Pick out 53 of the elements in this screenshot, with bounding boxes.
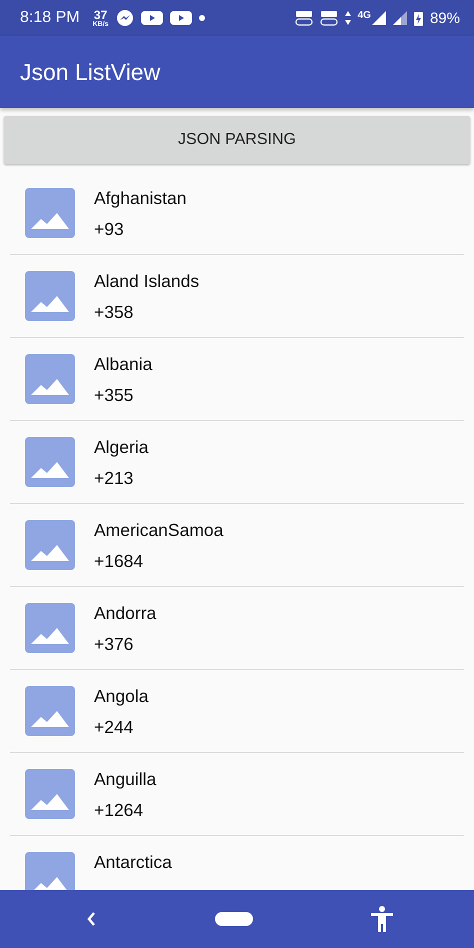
list-item[interactable]: Afghanistan +93 — [10, 172, 464, 255]
json-parsing-button[interactable]: JSON PARSING — [4, 116, 470, 164]
play-icon — [170, 10, 192, 26]
country-code: +358 — [94, 302, 134, 323]
list-item[interactable]: Albania +355 — [10, 338, 464, 421]
list-item[interactable]: AmericanSamoa +1684 — [10, 504, 464, 587]
list-item[interactable]: Anguilla +1264 — [10, 753, 464, 836]
country-code: +355 — [94, 385, 134, 406]
country-name: AmericanSamoa — [94, 520, 224, 541]
country-name: Andorra — [94, 603, 156, 624]
country-name: Anguilla — [94, 769, 156, 790]
image-placeholder-icon — [25, 769, 75, 819]
image-placeholder-icon — [25, 852, 75, 890]
image-placeholder-icon — [25, 354, 75, 404]
country-code: +1264 — [94, 800, 144, 821]
volte-icon — [320, 10, 338, 26]
network-text: 4G — [358, 10, 371, 20]
country-name: Antarctica — [94, 852, 172, 873]
country-name: Algeria — [94, 437, 148, 458]
country-name: Aland Islands — [94, 271, 200, 292]
messenger-icon — [116, 9, 134, 27]
image-placeholder-icon — [25, 603, 75, 653]
image-placeholder-icon — [25, 437, 75, 487]
back-icon[interactable] — [86, 911, 96, 927]
list-item[interactable]: Andorra +376 — [10, 587, 464, 670]
play-icon — [140, 10, 163, 26]
battery-icon — [414, 10, 423, 26]
country-code: +244 — [94, 717, 134, 738]
country-name: Afghanistan — [94, 188, 186, 209]
signal-icon — [392, 11, 407, 25]
country-code: +1684 — [94, 551, 144, 572]
country-name: Albania — [94, 354, 152, 375]
image-placeholder-icon — [25, 520, 75, 570]
image-placeholder-icon — [25, 271, 75, 321]
country-name: Angola — [94, 686, 148, 707]
list-item[interactable]: Aland Islands +358 — [10, 255, 464, 338]
country-code: +93 — [94, 219, 125, 240]
clock-text: 8:18 PM — [20, 9, 80, 27]
app-title: Json ListView — [20, 58, 160, 86]
data-arrows-icon — [344, 11, 351, 25]
image-placeholder-icon — [25, 188, 75, 238]
volte-icon — [294, 10, 313, 26]
country-code: +376 — [94, 634, 134, 655]
accessibility-icon[interactable] — [371, 906, 393, 932]
signal-icon — [372, 11, 386, 25]
list-item[interactable]: Algeria +213 — [10, 421, 464, 504]
home-icon[interactable] — [214, 912, 252, 926]
speed-text: 37 — [94, 8, 108, 20]
battery-text: 89% — [430, 10, 460, 26]
list-item[interactable]: Angola +244 — [10, 670, 464, 753]
dot-icon — [198, 15, 205, 21]
country-code: +213 — [94, 468, 134, 489]
image-placeholder-icon — [25, 686, 75, 736]
